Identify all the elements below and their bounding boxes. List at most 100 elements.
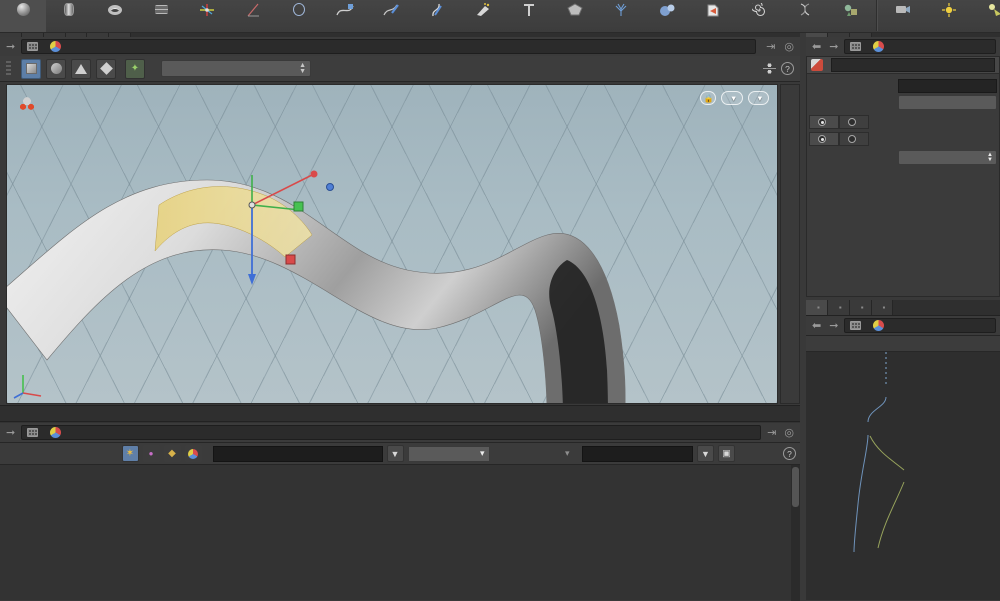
params-path-field[interactable] — [844, 39, 996, 54]
shelf-tool-torus[interactable] — [92, 0, 138, 32]
tab-peak[interactable] — [839, 132, 869, 146]
gsheet-tabs — [0, 406, 800, 422]
param-value-group[interactable] — [898, 78, 997, 93]
tab-edit[interactable] — [809, 115, 839, 129]
points-filter-button[interactable]: ✶ — [121, 445, 139, 462]
network-editor[interactable] — [806, 336, 1000, 600]
scene-viewport[interactable]: 🔒 ▾ ▾ — [6, 84, 778, 404]
close-icon[interactable]: ▪ — [817, 303, 820, 312]
param-row-group-type — [807, 94, 999, 111]
group-filter-icon[interactable]: ▼ — [386, 445, 404, 462]
attribute-filter-icon[interactable]: ▼ — [697, 445, 714, 462]
shelf-tool-tube[interactable] — [46, 0, 92, 32]
parameter-node-name[interactable] — [831, 58, 995, 72]
gsheet-path-field[interactable] — [21, 425, 762, 440]
forward-arrow-icon[interactable]: ➞ — [4, 40, 17, 53]
font-node-icon — [873, 41, 885, 52]
shelf-tool-curve-bezier[interactable] — [322, 0, 368, 32]
gsheet-forward-arrow-icon[interactable]: ➞ — [4, 426, 17, 439]
gsheet-group-input[interactable] — [212, 445, 383, 462]
viewport-lock-icon[interactable]: 🔒 — [700, 91, 717, 105]
shelf-tool-sphere[interactable] — [0, 0, 46, 32]
param-value-group-type[interactable] — [898, 95, 997, 110]
network-back-arrow-icon[interactable]: ⬅ — [810, 319, 823, 332]
shelf-tool-file[interactable] — [690, 0, 736, 32]
pane-tab-ass[interactable]: ▪ — [871, 300, 894, 315]
shelf-tool-spray-paint[interactable] — [460, 0, 506, 32]
obj-network-icon — [850, 42, 862, 51]
gsheet-intrinsics-combo[interactable]: ▾ — [494, 446, 574, 462]
close-icon[interactable]: ▪ — [883, 303, 886, 312]
pane-tab-tree-view[interactable]: ▪ — [827, 300, 850, 315]
shelf-tool-path[interactable] — [414, 0, 460, 32]
attribute-select-icon[interactable]: ▣ — [718, 445, 735, 462]
gsheet-vertical-scrollbar[interactable] — [791, 465, 800, 601]
obj-network-icon — [850, 321, 862, 330]
geometry-mesh — [7, 179, 626, 403]
gsheet-attributes-input[interactable] — [581, 445, 693, 462]
shelf-tool-camera[interactable] — [880, 0, 926, 32]
viewport-path-field[interactable] — [21, 39, 757, 54]
shelf-tool-null[interactable] — [184, 0, 230, 32]
viewport-camera-menu[interactable]: ▾ — [747, 91, 769, 105]
gsheet-path-bar: ➞ ⇥ ◎ — [0, 423, 800, 443]
file-icon — [702, 1, 724, 18]
shelf-tool-grid[interactable] — [138, 0, 184, 32]
l-system-icon — [610, 1, 632, 18]
mode-button-peak[interactable] — [96, 58, 116, 79]
slide-mode-combo[interactable]: ▲ ▼ — [161, 60, 311, 77]
gsheet-pin-icon[interactable]: ⇥ — [765, 426, 778, 439]
shelf-tool-font[interactable] — [506, 0, 552, 32]
scrollbar-thumb[interactable] — [792, 467, 799, 507]
network-forward-arrow-icon[interactable]: ➞ — [827, 319, 840, 332]
tab-transform[interactable] — [809, 132, 839, 146]
keyframe-icon[interactable] — [763, 62, 776, 75]
vertices-filter-button[interactable]: ● — [142, 445, 160, 462]
gsheet-target-icon[interactable]: ◎ — [782, 426, 796, 439]
shelf-tool-spiral[interactable] — [736, 0, 782, 32]
network-canvas[interactable] — [806, 352, 1000, 600]
param-combo-transform-order[interactable]: ▲ ▼ — [898, 150, 997, 165]
viewport-target-icon[interactable]: ◎ — [782, 40, 796, 53]
radio-dot-icon — [818, 135, 826, 143]
shelf-tool-spot-light[interactable] — [972, 0, 1000, 32]
shelf-tool-helix[interactable] — [782, 0, 828, 32]
shelf-tool-metaball[interactable] — [644, 0, 690, 32]
viewport-projection-menu[interactable]: ▾ — [721, 91, 743, 105]
mode-button-rotate[interactable] — [46, 58, 66, 79]
pane-tab--obj-font1[interactable]: ▪ — [806, 300, 828, 315]
geometry-spreadsheet-pane: ➞ ⇥ ◎ ✶ ● ◆ ▼ ▾ ▾ ▼ ▣ ? — [0, 405, 800, 601]
tab-sculpt[interactable] — [839, 115, 869, 129]
platonic-solids-icon — [564, 1, 586, 18]
helix-icon — [794, 1, 816, 18]
close-icon[interactable]: ▪ — [861, 303, 864, 312]
sphere-icon — [12, 1, 34, 18]
detail-icon — [188, 448, 198, 459]
params-back-arrow-icon[interactable]: ⬅ — [810, 40, 823, 53]
detail-filter-button[interactable] — [184, 445, 202, 462]
shelf-tool-platonic-solids[interactable] — [552, 0, 598, 32]
pane-tab-material-palette[interactable]: ▪ — [849, 300, 872, 315]
shelf-tool-circle[interactable] — [276, 0, 322, 32]
help-icon[interactable]: ? — [781, 62, 794, 75]
quick-shapes-icon — [840, 1, 862, 18]
mode-button-translate[interactable] — [21, 58, 41, 79]
shelf-tool-line[interactable] — [230, 0, 276, 32]
network-path-field[interactable] — [844, 318, 996, 333]
move-tool-icon — [19, 97, 35, 111]
shelf-tool-point-light[interactable] — [926, 0, 972, 32]
obj-network-icon — [27, 42, 39, 51]
mode-button-select[interactable]: ✦ — [125, 58, 145, 79]
translate-handle-gizmo[interactable] — [182, 170, 382, 360]
shelf-tool-l-system[interactable] — [598, 0, 644, 32]
gsheet-help-icon[interactable]: ? — [783, 447, 796, 460]
shelf-tool-draw-curve[interactable] — [368, 0, 414, 32]
primitives-filter-button[interactable]: ◆ — [163, 445, 181, 462]
gsheet-view-combo[interactable]: ▾ — [407, 445, 490, 462]
mode-button-scale[interactable] — [71, 58, 91, 79]
close-icon[interactable]: ▪ — [839, 303, 842, 312]
path-icon — [426, 1, 448, 18]
viewport-pin-icon[interactable]: ⇥ — [764, 40, 777, 53]
shelf-tool-quick-shapes[interactable] — [828, 0, 874, 32]
params-forward-arrow-icon[interactable]: ➞ — [827, 40, 840, 53]
